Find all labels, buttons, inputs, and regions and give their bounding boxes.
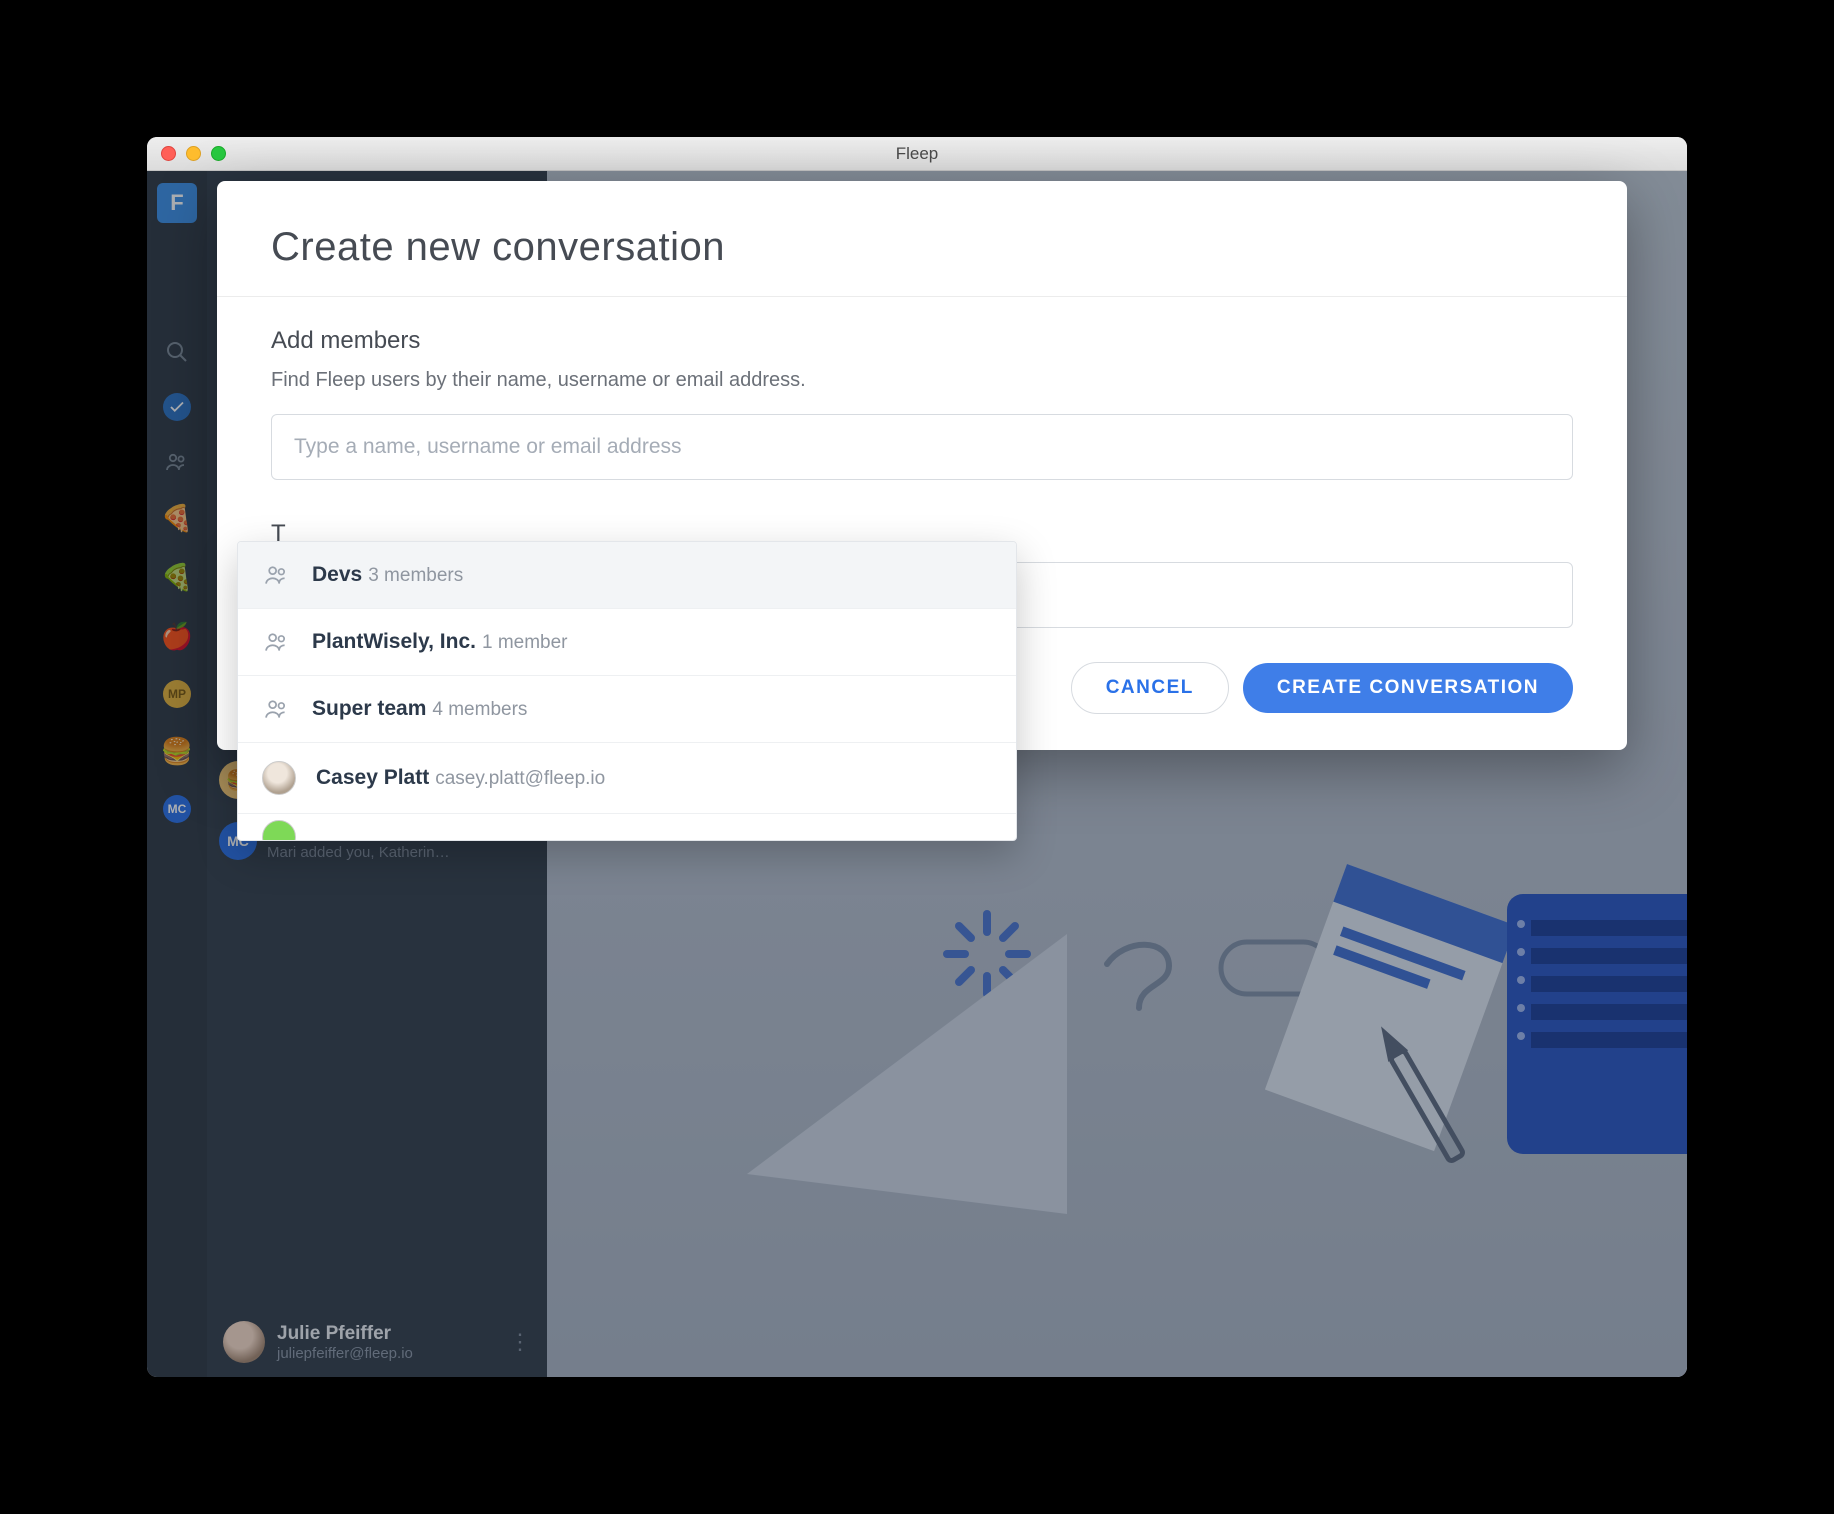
suggestion-meta: 3 members <box>368 565 463 586</box>
titlebar: Fleep <box>147 137 1687 171</box>
team-icon <box>262 560 292 590</box>
window-controls <box>161 146 226 161</box>
suggestion-item[interactable]: Devs 3 members <box>238 542 1016 609</box>
suggestion-name: Super team <box>312 697 426 720</box>
suggestion-name: PlantWisely, Inc. <box>312 630 476 653</box>
members-input[interactable] <box>271 414 1573 480</box>
user-avatar <box>262 761 296 795</box>
team-icon <box>262 694 292 724</box>
divider <box>217 296 1627 297</box>
suggestion-name: Casey Platt <box>316 766 429 789</box>
suggestion-item[interactable]: Casey Platt casey.platt@fleep.io <box>238 743 1016 814</box>
team-icon <box>262 627 292 657</box>
app-window: Fleep F 🍕 🍕 🍎 MP 🍔 MC 🍔 <box>147 137 1687 1377</box>
suggestion-name: Devs <box>312 563 362 586</box>
member-suggestions-dropdown: Devs3 members PlantWisely, Inc.1 member … <box>237 541 1017 841</box>
create-conversation-button[interactable]: CREATE CONVERSATION <box>1243 663 1573 713</box>
suggestion-item[interactable]: PlantWisely, Inc. 1 member <box>238 609 1016 676</box>
minimize-window-button[interactable] <box>186 146 201 161</box>
suggestion-meta: casey.platt@fleep.io <box>435 768 605 789</box>
create-conversation-modal: Create new conversation Add members Find… <box>217 181 1627 750</box>
add-members-hint: Find Fleep users by their name, username… <box>271 369 1573 392</box>
add-members-label: Add members <box>271 327 1573 355</box>
user-avatar <box>262 820 296 840</box>
suggestion-item[interactable] <box>238 814 1016 840</box>
window-title: Fleep <box>147 144 1687 164</box>
suggestion-meta: 1 member <box>482 632 568 653</box>
cancel-button[interactable]: CANCEL <box>1071 662 1229 714</box>
suggestion-item[interactable]: Super team 4 members <box>238 676 1016 743</box>
modal-title: Create new conversation <box>271 225 1573 270</box>
suggestion-meta: 4 members <box>432 699 527 720</box>
close-window-button[interactable] <box>161 146 176 161</box>
zoom-window-button[interactable] <box>211 146 226 161</box>
